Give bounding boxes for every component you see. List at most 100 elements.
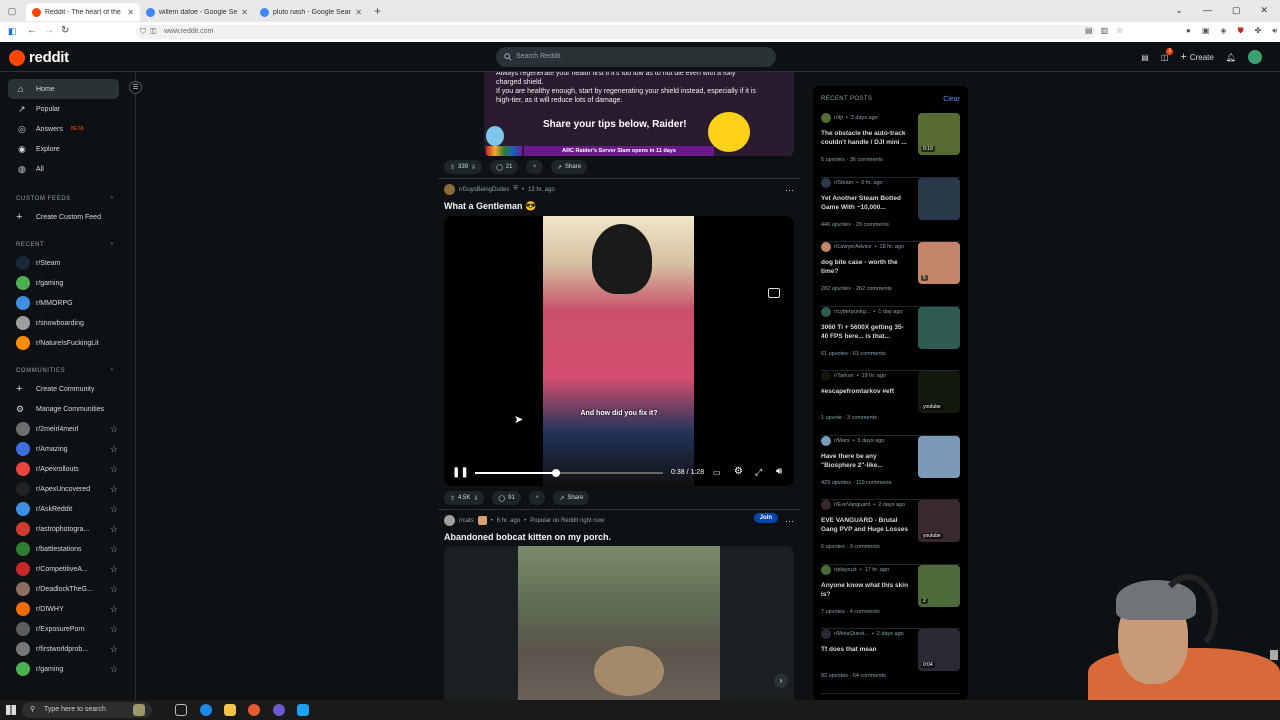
video-player[interactable]: And how did you fix it? ❚❚ 0:38 / 1:28 ▭… — [444, 216, 794, 486]
volume-icon[interactable]: 🔊︎ — [776, 466, 782, 477]
browser-tab[interactable]: pluto nash - Google Search ✕ — [254, 3, 368, 21]
recent-post-item[interactable]: r/playrust • 17 hr. ago Anyone know what t… — [821, 564, 960, 629]
browser-tab[interactable]: willem dafoe - Google Search✕ — [140, 3, 254, 21]
recent-post-subreddit[interactable]: r/playrust — [834, 567, 857, 573]
new-tab-button[interactable]: + — [374, 4, 381, 18]
collapse-sidebar-button[interactable]: ☰ — [129, 81, 142, 94]
ublock-icon[interactable]: ⛊ — [1238, 26, 1244, 36]
favorite-star-icon[interactable]: ☆ — [110, 584, 118, 595]
vpn-icon[interactable]: ● — [1186, 26, 1191, 36]
recent-post-subreddit[interactable]: r/cyberpunkg... — [834, 309, 870, 315]
firefox-icon[interactable] — [248, 704, 260, 716]
next-image-button[interactable]: › — [774, 674, 788, 688]
sidebar-community-item[interactable]: r/astrophotogra... ☆ — [8, 519, 118, 539]
sidebar-community-item[interactable]: r/Amazing ☆ — [8, 439, 118, 459]
recent-post-title[interactable]: Yet Another Steam Botted Game With ~10,0… — [821, 194, 911, 212]
downvote-icon[interactable]: ⇩ — [471, 164, 476, 171]
fullscreen-icon[interactable]: ⤢ — [755, 467, 762, 478]
subreddit-icon[interactable] — [444, 184, 455, 195]
recent-post-subreddit[interactable]: r/Mars — [834, 438, 850, 444]
recent-post-item[interactable]: r/MetaQuest... • 2 days ago Tf does that m… — [821, 629, 960, 694]
recent-post-thumbnail[interactable]: 0:19 — [918, 113, 960, 155]
sidebar-item-explore[interactable]: ◉ Explore — [8, 139, 119, 159]
translate-icon[interactable]: ▤ — [1085, 26, 1093, 35]
chat-icon[interactable]: ◫ 1 — [1161, 47, 1174, 62]
recent-post-title[interactable]: 3060 Ti + 5600X getting 35-40 FPS here..… — [821, 323, 911, 341]
sidebar-community-item[interactable]: r/firstworldprob... ☆ — [8, 639, 118, 659]
forward-button[interactable]: → — [44, 25, 54, 36]
favorite-star-icon[interactable]: ☆ — [110, 484, 118, 495]
recent-post-subreddit[interactable]: r/MetaQuest... — [834, 631, 869, 637]
overflow-menu-icon[interactable]: ··· — [785, 185, 794, 195]
share-button[interactable]: ↗ Share — [553, 491, 590, 505]
sidebar-item-answers[interactable]: ◎ Answers BETA — [8, 119, 119, 139]
favorite-star-icon[interactable]: ☆ — [110, 664, 118, 675]
recent-post-title[interactable]: Have there be any "Biosphere 2"-like... — [821, 452, 911, 470]
favorite-star-icon[interactable]: ☆ — [110, 624, 118, 635]
recent-post-subreddit[interactable]: r/Steam — [834, 180, 853, 186]
sidebar-community-item[interactable]: r/DIWHY ☆ — [8, 599, 118, 619]
sidebar-community-item[interactable]: r/gaming — [8, 273, 118, 293]
maximize-button[interactable]: ▢ — [1232, 5, 1241, 16]
create-custom-feed-button[interactable]: + Create Custom Feed — [8, 207, 118, 227]
sidebar-community-item[interactable]: r/gaming ☆ — [8, 659, 118, 679]
favorite-star-icon[interactable]: ☆ — [110, 644, 118, 655]
avatar[interactable] — [1248, 50, 1262, 64]
sidebar-item-home[interactable]: ⌂ Home — [8, 79, 119, 99]
recent-post-item[interactable]: r/EveVanguard • 2 days ago EVE VANGUARD - … — [821, 500, 960, 565]
subreddit-link[interactable]: r/GuysBeingDudes — [459, 187, 509, 193]
recent-post-title[interactable]: Anyone know what this skin is? — [821, 581, 911, 599]
post-image[interactable]: › — [444, 546, 794, 700]
post-title[interactable]: Abandoned bobcat kitten on my porch. — [444, 532, 794, 542]
recent-post-thumbnail[interactable]: 2 — [918, 564, 960, 607]
close-window-button[interactable]: ✕ — [1260, 5, 1268, 16]
speaker-icon[interactable]: 🔊︎ — [1272, 26, 1277, 36]
pocket-icon[interactable]: ▣ — [1202, 26, 1210, 36]
task-view-icon[interactable] — [175, 704, 187, 716]
chevron-up-icon[interactable]: ⌃ — [109, 196, 115, 203]
subreddit-link[interactable]: r/cats — [459, 518, 474, 524]
recent-post-item[interactable]: r/LawyerAdvice • 18 hr. ago dog bite case … — [821, 242, 960, 307]
recent-post-thumbnail[interactable]: youtube — [918, 500, 960, 542]
recent-post-title[interactable]: EVE VANGUARD - Brutal Gang PVP and Huge … — [821, 516, 911, 534]
favorite-star-icon[interactable]: ☆ — [110, 524, 118, 535]
recent-post-item[interactable]: r/Steam • 6 hr. ago Yet Another Steam Bott… — [821, 177, 960, 242]
recent-post-thumbnail[interactable]: 0:04 — [918, 629, 960, 671]
recent-post-thumbnail[interactable] — [918, 177, 960, 220]
captions-icon[interactable]: ▭ — [713, 468, 721, 477]
create-button[interactable]: + Create — [1180, 51, 1213, 63]
recent-post-subreddit[interactable]: r/EveVanguard — [834, 502, 870, 508]
video-progress-track[interactable] — [475, 469, 663, 477]
clear-recent-button[interactable]: Clear — [943, 96, 960, 103]
sidebar-community-item[interactable]: r/Steam — [8, 253, 118, 273]
close-tab-icon[interactable]: ✕ — [127, 8, 134, 17]
reader-icon[interactable]: ▥ — [1101, 26, 1109, 35]
post-title[interactable]: What a Gentleman 😎 — [444, 201, 794, 212]
recent-post-item[interactable]: r/Mars • 3 days ago Have there be any "Bio… — [821, 435, 960, 500]
recent-post-item[interactable]: r/cyberpunkg... • 1 day ago 3060 Ti + 5600… — [821, 306, 960, 371]
comments-button[interactable]: ◯ 21 — [490, 160, 519, 174]
tab-dropdown-icon[interactable]: ⌄ — [1175, 5, 1183, 16]
subreddit-icon[interactable] — [444, 515, 455, 526]
puzzle-icon[interactable]: ✤ — [1255, 26, 1262, 36]
award-button[interactable]: ♆ — [528, 491, 546, 505]
sidebar-community-item[interactable]: r/AskReddit ☆ — [8, 499, 118, 519]
promo-banner-image[interactable]: Always regenerate your health first if i… — [484, 72, 794, 156]
join-button[interactable]: Join — [753, 513, 778, 523]
workspace-icon[interactable]: ◧ — [8, 26, 17, 37]
sidebar-community-item[interactable]: r/Apexrollouts ☆ — [8, 459, 118, 479]
recent-post-thumbnail[interactable]: 5 — [918, 242, 960, 284]
minimize-button[interactable]: — — [1203, 5, 1212, 16]
recent-post-thumbnail[interactable] — [918, 306, 960, 349]
sidebar-community-item[interactable]: r/snowboarding — [8, 313, 118, 333]
chevron-up-icon[interactable]: ⌃ — [109, 242, 115, 249]
recent-post-item[interactable]: r/dji • 3 days ago The obstacle the auto-t… — [821, 113, 960, 178]
obs-icon[interactable] — [273, 704, 285, 716]
edge-icon[interactable] — [200, 704, 212, 716]
overflow-menu-icon[interactable]: ··· — [785, 516, 794, 526]
recent-post-title[interactable]: dog bite case - worth the time? — [821, 258, 911, 276]
favorite-star-icon[interactable]: ☆ — [110, 564, 118, 575]
pause-icon[interactable]: ❚❚ — [452, 467, 469, 478]
scrollbar-thumb[interactable] — [1270, 650, 1278, 660]
recent-post-subreddit[interactable]: r/dji — [834, 115, 843, 121]
